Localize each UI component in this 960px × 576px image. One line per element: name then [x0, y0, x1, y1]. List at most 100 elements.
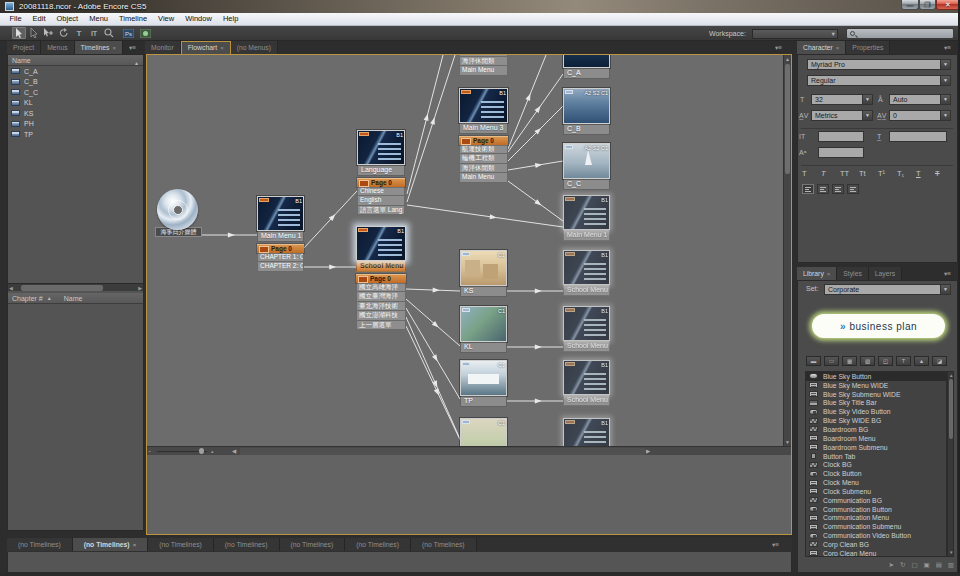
flowchart-node-main-menu-1[interactable]: B1Main Menu 1Page 0CHAPTER 1: ChCHAPTER …	[257, 196, 304, 272]
direct-selection-tool[interactable]	[27, 27, 41, 39]
node-button-row[interactable]: 國立臺灣海洋	[356, 292, 406, 302]
left-panel-hscrollbar[interactable]: ◀▶	[8, 283, 143, 291]
node-button-row[interactable]: 海洋休閒類	[459, 164, 508, 174]
align-justify-button[interactable]	[847, 184, 859, 194]
timeline-row[interactable]: TP	[8, 129, 143, 140]
library-item[interactable]: Boardroom BG	[806, 425, 946, 434]
tab--no-menus-[interactable]: (no Menus)	[231, 41, 278, 54]
flowchart-node-tp[interactable]: C1TP	[460, 360, 507, 407]
node-button-row[interactable]: 海洋休閒類	[459, 57, 508, 67]
library-item[interactable]: Corp Clean BG	[806, 540, 946, 549]
node-title[interactable]: School Menu	[356, 261, 406, 272]
vertical-type-tool[interactable]: IT	[87, 27, 101, 39]
flowchart-node-school-menu-ghost-3[interactable]: B1School Menu	[563, 360, 610, 406]
tab-menus[interactable]: Menus	[41, 41, 74, 54]
library-filter-4[interactable]: ◰	[878, 356, 893, 366]
flowchart-node-ph[interactable]: C1PH	[460, 418, 507, 446]
node-button-row[interactable]: English	[357, 196, 405, 206]
node-title[interactable]: C_C	[563, 179, 610, 190]
node-title[interactable]: School Menu	[563, 395, 610, 406]
node-button-row[interactable]: CHAPTER 2: Ch	[257, 262, 304, 272]
timeline-row[interactable]: PH	[8, 119, 143, 130]
flowchart-node-school-menu-ghost-1[interactable]: B1School Menu	[563, 250, 610, 296]
library-item[interactable]: Corp Clean Menu	[806, 549, 946, 557]
library-filter-5[interactable]: T	[896, 356, 911, 366]
panel-menu-icon[interactable]: ▾≡	[944, 44, 951, 52]
tab-monitor[interactable]: Monitor	[145, 41, 181, 54]
node-button-row[interactable]: CHAPTER 1: Ch	[257, 253, 304, 263]
library-scrollbar[interactable]: ▲▼	[947, 371, 954, 557]
library-item[interactable]: Blue Sky Menu WIDE	[806, 381, 946, 390]
node-button-row[interactable]: 語言選單 Lang	[357, 206, 405, 216]
title-bar[interactable]: 20081118.ncor - Adobe Encore CS5 — ❐ ✕	[0, 0, 960, 13]
library-filter-7[interactable]: ◪	[932, 356, 947, 366]
type-tool[interactable]: T	[72, 27, 86, 39]
library-item[interactable]: Boardroom Submenu	[806, 443, 946, 452]
close-button[interactable]: ✕	[936, 0, 960, 10]
set-dropdown[interactable]: Corporate▼	[824, 284, 951, 295]
move-tool[interactable]	[42, 27, 56, 39]
node-button-row[interactable]: Main Menu	[459, 66, 508, 76]
flowchart-node-c-b[interactable]: A2 S2 C1C_B	[563, 88, 610, 135]
node-button-row[interactable]: 航運技術類	[459, 145, 508, 155]
faux-style-button[interactable]: T¹	[878, 169, 885, 178]
column-header-name[interactable]: Name▲	[8, 55, 143, 66]
font-size-dropdown[interactable]: 32▼	[811, 94, 873, 105]
library-item[interactable]: Communication Button	[806, 505, 946, 514]
faux-style-button[interactable]: T	[802, 169, 807, 178]
node-title[interactable]: KL	[460, 342, 507, 353]
flowchart-node-main-menu-1-ghost[interactable]: B1Main Menu 1	[563, 195, 610, 241]
tab-character[interactable]: Character×	[797, 41, 846, 54]
node-title[interactable]: Main Menu 1	[257, 231, 304, 242]
node-page-row[interactable]: Page 0	[257, 244, 304, 253]
panel-menu-icon[interactable]: ▾≡	[944, 270, 951, 278]
library-item[interactable]: Blue Sky Button	[806, 372, 946, 381]
node-title[interactable]: C_B	[563, 124, 610, 135]
timeline-tab-5[interactable]: (no Timelines)	[345, 538, 411, 551]
baseline-shift-input[interactable]	[818, 147, 864, 158]
library-item[interactable]: Clock Submenu	[806, 487, 946, 496]
node-title[interactable]: Main Menu 3	[459, 123, 508, 134]
flowchart-node-c-a[interactable]: C_A	[563, 55, 610, 79]
flowchart-canvas[interactable]: 海事簡介媒體B1Main Menu 1Page 0CHAPTER 1: ChCH…	[147, 55, 783, 446]
faux-style-button[interactable]: Ŧ	[935, 169, 940, 178]
flowchart-node-language[interactable]: B1LanguagePage 0ChineseEnglish語言選單 Lang	[357, 130, 405, 215]
zoom-slider[interactable]	[199, 448, 204, 454]
flowchart-node-ks[interactable]: C1KS	[460, 250, 507, 297]
node-button-row[interactable]: 上一層選單	[356, 321, 406, 331]
timeline-tab-4[interactable]: (no Timelines)	[280, 538, 346, 551]
search-input[interactable]	[846, 28, 954, 39]
node-title[interactable]: School Menu	[563, 341, 610, 352]
kerning-dropdown[interactable]: Metrics▼	[811, 110, 873, 121]
zoom-out-icon[interactable]: ▪	[149, 448, 151, 454]
flowchart-node-kl[interactable]: C1KL	[460, 306, 507, 353]
library-filter-3[interactable]: ▨	[860, 356, 875, 366]
library-item[interactable]: Communication Menu	[806, 514, 946, 523]
node-title[interactable]: KS	[460, 286, 507, 297]
zoom-in-icon[interactable]: ▴	[211, 448, 214, 454]
timeline-tab-2[interactable]: (no Timelines)	[148, 538, 214, 551]
node-page-row[interactable]: Page 0	[357, 178, 405, 187]
library-item[interactable]: Clock BG	[806, 460, 946, 469]
library-filter-2[interactable]: ▦	[842, 356, 857, 366]
library-item[interactable]: Blue Sky Video Button	[806, 407, 946, 416]
timeline-row[interactable]: KS	[8, 108, 143, 119]
node-title[interactable]: Language	[357, 165, 405, 176]
menu-view[interactable]: View	[153, 13, 180, 25]
menu-window[interactable]: Window	[180, 13, 218, 25]
align-left-button[interactable]	[802, 184, 814, 194]
library-item[interactable]: Blue Sky Submenu WIDE	[806, 390, 946, 399]
tab-properties[interactable]: Properties	[846, 41, 890, 54]
align-right-button[interactable]	[832, 184, 844, 194]
node-title[interactable]: TP	[460, 396, 507, 407]
menu-timeline[interactable]: Timeline	[113, 13, 152, 25]
library-item[interactable]: Boardroom Menu	[806, 434, 946, 443]
new-item-icon[interactable]: ▤	[936, 561, 942, 569]
preview-tool[interactable]	[138, 27, 152, 39]
timeline-tab-3[interactable]: (no Timelines)	[214, 538, 280, 551]
timeline-tab-1[interactable]: (no Timelines)×	[73, 538, 148, 551]
chapter-list-header[interactable]: Chapter #▲Name	[8, 293, 143, 304]
vertical-scale-input[interactable]	[818, 131, 864, 142]
tab-timelines[interactable]: Timelines×	[75, 41, 123, 54]
menu-file[interactable]: File	[4, 13, 27, 25]
